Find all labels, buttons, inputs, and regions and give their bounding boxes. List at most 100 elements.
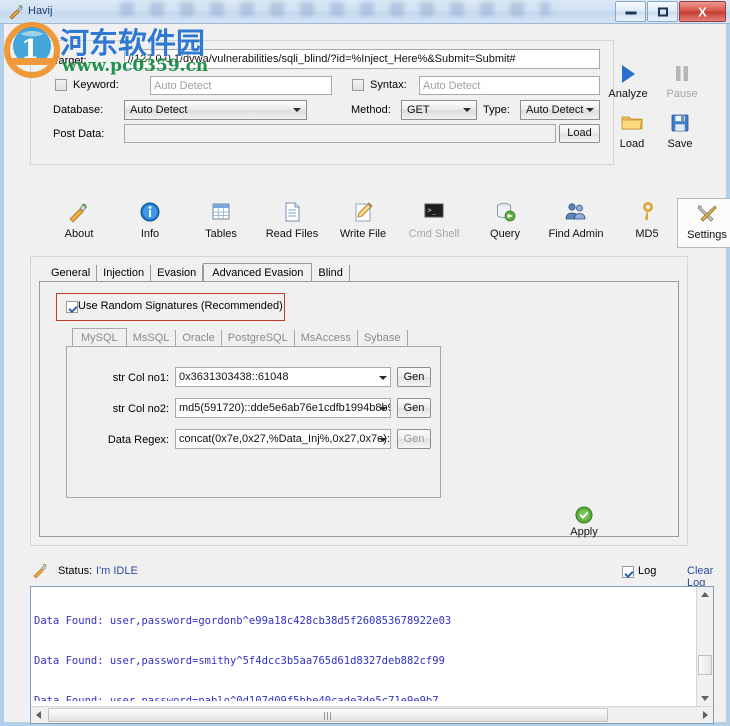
database-type-tabstrip: MySQL MsSQL Oracle PostgreSQL MsAccess S… (72, 328, 408, 348)
green-check-circle-icon (556, 506, 612, 526)
toolbar-item-cmd-shell[interactable]: >_ Cmd Shell (399, 198, 469, 248)
log-vertical-scroll-thumb[interactable] (698, 655, 712, 675)
mysql-signature-page: str Col no1: 0x3631303438::61048 Gen str… (66, 346, 441, 498)
toolbar-item-about[interactable]: About (44, 198, 114, 248)
close-button[interactable]: X (679, 1, 726, 22)
str-col-no2-dropdown-chevron-down-icon[interactable] (379, 407, 387, 411)
tab-general[interactable]: General (45, 265, 98, 282)
scroll-up-arrow-icon[interactable] (697, 587, 713, 603)
maximize-icon (657, 7, 668, 16)
window-controls: X (614, 1, 726, 22)
load-label: Load (619, 138, 645, 150)
close-icon: X (698, 4, 707, 19)
pause-label: Pause (666, 88, 698, 100)
target-input[interactable]: //127.0.0.1/dvwa/vulnerabilities/sqli_bl… (124, 49, 600, 69)
save-action[interactable]: Save (654, 113, 706, 150)
play-icon (602, 63, 654, 87)
type-select[interactable]: Auto Detect (520, 100, 600, 120)
analyze-action[interactable]: Analyze (602, 63, 654, 100)
load-action[interactable]: Load (606, 113, 658, 150)
document-icon (257, 198, 327, 227)
method-select-value: GET (407, 104, 430, 116)
data-regex-label: Data Regex: (107, 434, 169, 446)
tools-icon (678, 199, 730, 228)
scroll-left-arrow-icon[interactable] (31, 707, 47, 723)
type-label: Type: (483, 104, 510, 116)
toolbar-item-md5[interactable]: MD5 (612, 198, 682, 248)
str-col-no2-label: str Col no2: (112, 403, 169, 415)
syntax-input[interactable]: Auto Detect (419, 76, 600, 95)
toolbar-label-write-file: Write File (339, 228, 387, 240)
pencil-page-icon (328, 198, 398, 227)
str-col-no1-dropdown-chevron-down-icon[interactable] (379, 376, 387, 380)
db-tab-oracle[interactable]: Oracle (176, 330, 222, 347)
toolbar-item-tables[interactable]: Tables (186, 198, 256, 248)
toolbar-item-info[interactable]: Info (115, 198, 185, 248)
keyword-checkbox[interactable] (55, 79, 67, 91)
log-checkbox-label: Log (638, 565, 657, 577)
maximize-button[interactable] (647, 1, 678, 22)
toolbar-label-tables: Tables (205, 228, 237, 240)
main-toolbar: About Info Tables Read Files Write File … (22, 198, 730, 250)
db-tab-sybase[interactable]: Sybase (358, 330, 408, 347)
data-regex-input[interactable]: concat(0x7e,0x27,%Data_Inj%,0x27,0x7e)::… (175, 429, 391, 449)
tab-evasion[interactable]: Evasion (151, 265, 204, 282)
str-col-no1-gen-button[interactable]: Gen (397, 367, 431, 387)
database-icon (470, 198, 540, 227)
log-text-area[interactable]: Data Found: user,password=gordonb^e99a18… (34, 589, 689, 701)
post-data-input[interactable] (124, 124, 556, 143)
keyword-input[interactable]: Auto Detect (150, 76, 332, 95)
advanced-evasion-tabpage: Use Random Signatures (Recommended) MySQ… (39, 281, 679, 538)
toolbar-item-settings[interactable]: Settings (677, 198, 730, 248)
post-data-label: Post Data: (53, 128, 105, 140)
users-icon (541, 198, 611, 227)
log-line: Data Found: user,password=smithy^5f4dcc3… (34, 655, 445, 668)
log-horizontal-scrollbar[interactable] (31, 706, 713, 723)
log-checkbox[interactable] (622, 566, 634, 578)
db-tab-mysql[interactable]: MySQL (72, 328, 127, 348)
svg-text:>_: >_ (428, 207, 437, 215)
str-col-no2-gen-button[interactable]: Gen (397, 398, 431, 418)
log-line: Data Found: user,password=pablo^0d107d09… (34, 694, 439, 701)
apply-action[interactable]: Apply (556, 506, 612, 538)
toolbar-item-write-file[interactable]: Write File (328, 198, 398, 248)
scroll-down-arrow-icon[interactable] (697, 690, 713, 706)
use-random-signatures-label: Use Random Signatures (Recommended) (78, 300, 283, 312)
scroll-right-arrow-icon[interactable] (697, 707, 713, 723)
tab-blind[interactable]: Blind (312, 265, 350, 282)
data-regex-gen-button[interactable]: Gen (397, 429, 431, 449)
toolbar-label-info: Info (140, 228, 160, 240)
toolbar-item-find-admin[interactable]: Find Admin (541, 198, 611, 248)
toolbar-label-cmd-shell: Cmd Shell (408, 228, 460, 240)
db-tab-postgresql[interactable]: PostgreSQL (222, 330, 295, 347)
log-horizontal-scroll-thumb[interactable] (48, 708, 608, 722)
log-vertical-scrollbar[interactable] (696, 587, 713, 706)
database-select[interactable]: Auto Detect (124, 100, 307, 120)
folder-icon (606, 113, 658, 137)
status-row: Status: I'm IDLE Log Clear Log (30, 562, 714, 589)
pause-action[interactable]: Pause (656, 63, 708, 100)
toolbar-item-read-files[interactable]: Read Files (257, 198, 327, 248)
status-value: I'm IDLE (96, 565, 138, 577)
minimize-button[interactable] (615, 1, 646, 22)
havij-application-window: Havij X Target: //127.0.0.1/dvwa/vulnera… (0, 0, 730, 726)
toolbar-label-query: Query (490, 228, 520, 240)
use-random-signatures-checkbox[interactable] (66, 301, 78, 313)
str-col-no1-input[interactable]: 0x3631303438::61048 (175, 367, 391, 387)
syntax-checkbox[interactable] (352, 79, 364, 91)
chevron-down-icon (586, 108, 594, 112)
toolbar-label-find-admin: Find Admin (548, 228, 604, 240)
settings-panel: General Injection Evasion Advanced Evasi… (30, 256, 688, 546)
db-tab-msaccess[interactable]: MsAccess (295, 330, 358, 347)
str-col-no2-input[interactable]: md5(591720)::dde5e6ab76e1cdfb1994b8b983 (175, 398, 391, 418)
data-regex-dropdown-chevron-down-icon[interactable] (379, 438, 387, 442)
method-select[interactable]: GET (401, 100, 477, 120)
toolbar-label-read-files: Read Files (265, 228, 319, 240)
minimize-icon (625, 11, 636, 15)
tab-injection[interactable]: Injection (97, 265, 152, 282)
tab-advanced-evasion[interactable]: Advanced Evasion (203, 263, 313, 283)
db-tab-mssql[interactable]: MsSQL (127, 330, 177, 347)
chevron-down-icon (293, 108, 301, 112)
post-data-load-button[interactable]: Load (559, 124, 600, 143)
toolbar-item-query[interactable]: Query (470, 198, 540, 248)
